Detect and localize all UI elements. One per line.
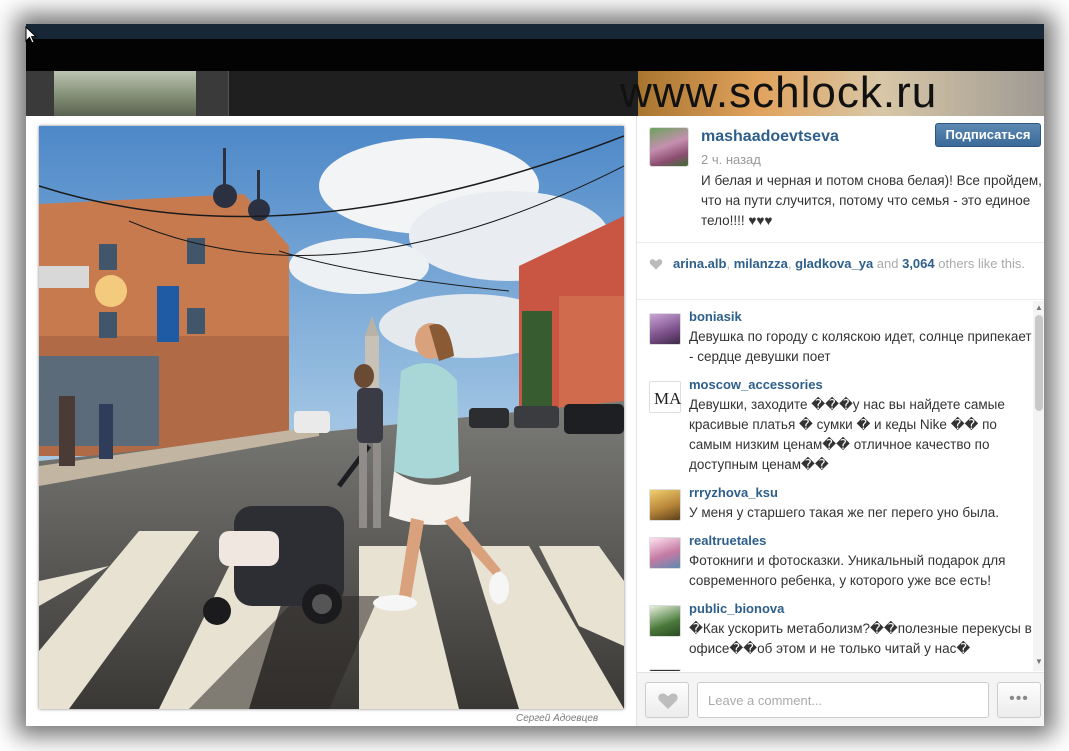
comment-text: �Как ускорить метаболизм?��полезные пере…	[689, 621, 1032, 656]
screenshot-frame: www.schlock.ru Сергей Адоевцев mashaadoe…	[26, 24, 1044, 726]
likes-count[interactable]: 3,064	[902, 256, 935, 271]
commenter-avatar[interactable]	[649, 489, 681, 521]
comment-text: Девушка по городу с коляскою идет, солнц…	[689, 329, 1032, 364]
commenter-avatar[interactable]	[649, 313, 681, 345]
comments-scrollbar[interactable]: ▲ ▼	[1033, 301, 1044, 671]
site-header-bar	[26, 39, 1044, 71]
post-photo[interactable]	[39, 126, 624, 709]
background-thumbnail	[228, 71, 638, 116]
comments-list[interactable]: boniasik Девушка по городу с коляскою ид…	[637, 301, 1033, 671]
comment-username[interactable]: rrryzhova_ksu	[689, 485, 778, 500]
post-details-panel: mashaadoevtseva 2 ч. назад И белая и чер…	[636, 116, 1044, 726]
comment-username[interactable]: boniasik	[689, 309, 742, 324]
comment-composer: •••	[637, 672, 1044, 726]
comment-username[interactable]: moscow_accessories	[689, 377, 823, 392]
follow-button[interactable]: Подписаться	[935, 123, 1041, 147]
commenter-avatar[interactable]: MA	[649, 381, 682, 413]
post-caption: И белая и черная и потом снова белая)! В…	[701, 173, 1042, 228]
comment-username[interactable]: public_bionova	[689, 601, 784, 616]
commenter-avatar[interactable]	[649, 537, 681, 569]
post-timestamp: 2 ч. назад	[701, 152, 761, 167]
more-options-button[interactable]: •••	[997, 682, 1041, 718]
author-username[interactable]: mashaadoevtseva	[701, 128, 839, 146]
likes-row: arina.alb, milanzza, gladkova_ya and 3,0…	[637, 242, 1044, 300]
monogram-logo-icon: MA	[654, 389, 682, 408]
scroll-down-arrow-icon[interactable]: ▼	[1035, 657, 1043, 666]
comment-text: У меня у старшего такая же пег перего ун…	[689, 505, 1000, 520]
street-crosswalk-photo-icon	[39, 126, 624, 709]
watermark: www.schlock.ru	[620, 68, 938, 117]
comment-input[interactable]	[697, 682, 989, 718]
like-button[interactable]	[645, 682, 689, 718]
svg-text:MA: MA	[654, 389, 682, 408]
comment-text: Девушки, заходите ���у нас вы найдете са…	[689, 397, 1005, 472]
browser-top-bar	[26, 24, 1044, 39]
author-avatar[interactable]	[649, 127, 689, 167]
scroll-up-arrow-icon[interactable]: ▲	[1035, 303, 1043, 312]
likes-text: arina.alb, milanzza, gladkova_ya and 3,0…	[673, 255, 1033, 272]
background-thumbnail	[54, 71, 196, 116]
likes-suffix: others like this.	[934, 256, 1025, 271]
liker-username[interactable]: gladkova_ya	[795, 256, 873, 271]
comment-text: Фотокниги и фотосказки. Уникальный подар…	[689, 553, 1006, 588]
scroll-thumb[interactable]	[1035, 315, 1043, 411]
mouse-pointer-icon	[25, 26, 37, 44]
heart-icon	[649, 259, 663, 270]
likes-separator: ,	[726, 256, 734, 271]
heart-icon	[658, 693, 678, 709]
commenter-avatar[interactable]	[649, 605, 681, 637]
photo-credit: Сергей Адоевцев	[516, 713, 599, 724]
commenter-avatar[interactable]	[649, 669, 681, 671]
likes-and: and	[873, 256, 903, 271]
liker-username[interactable]: arina.alb	[673, 256, 726, 271]
comment-username[interactable]: realtruetales	[689, 533, 766, 548]
post-modal: Сергей Адоевцев mashaadoevtseva 2 ч. наз…	[26, 116, 1044, 726]
liker-username[interactable]: milanzza	[734, 256, 788, 271]
